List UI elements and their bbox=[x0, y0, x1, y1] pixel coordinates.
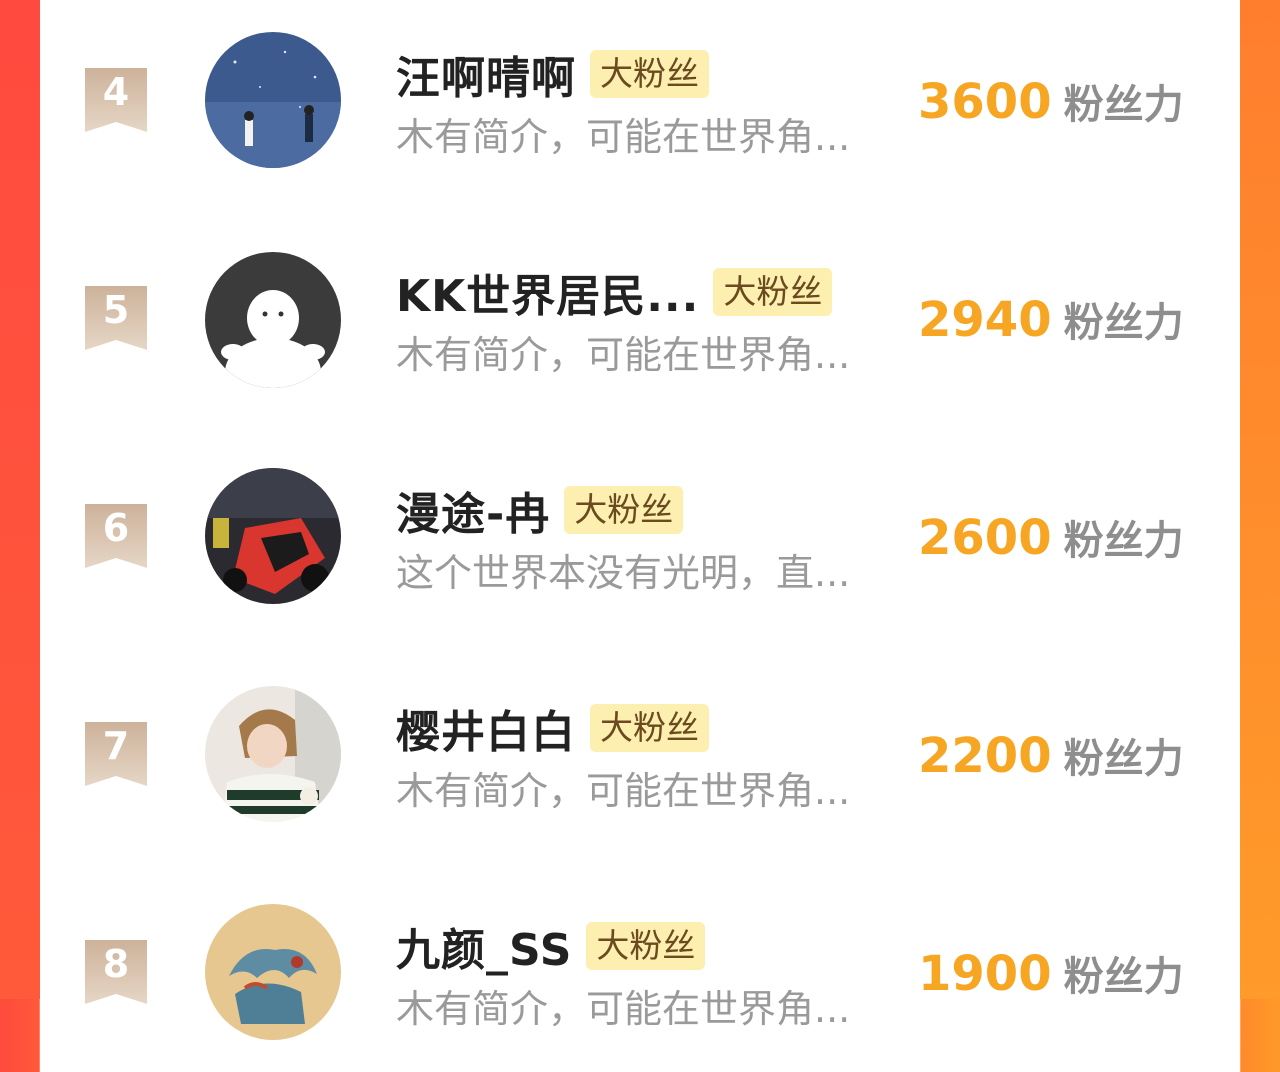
fan-level-badge: 大粉丝 bbox=[590, 50, 709, 98]
fan-power-unit: 粉丝力 bbox=[1063, 736, 1184, 782]
left-accent-band bbox=[0, 0, 40, 999]
list-item[interactable]: 6 漫途-冉 大粉丝 这个世界本没有光明，直... 2600 粉丝力 bbox=[40, 436, 1240, 636]
fan-power-unit: 粉丝力 bbox=[1063, 300, 1184, 346]
list-item[interactable]: 7 樱井白白 大粉丝 木有简介，可能在世界角... 2200 粉丝力 bbox=[40, 654, 1240, 854]
name-line: 樱井白白 大粉丝 bbox=[396, 700, 709, 758]
fan-power-value: 2600 bbox=[918, 510, 1052, 566]
rank-number: 4 bbox=[102, 70, 130, 114]
fan-level-badge: 大粉丝 bbox=[713, 268, 833, 316]
user-bio: 木有简介，可能在世界角... bbox=[396, 769, 851, 813]
fan-level-badge: 大粉丝 bbox=[564, 486, 684, 534]
avatar[interactable] bbox=[205, 468, 341, 604]
fan-level-badge: 大粉丝 bbox=[590, 704, 709, 752]
username[interactable]: 九颜_SS bbox=[396, 914, 572, 978]
rank-number: 8 bbox=[102, 942, 130, 986]
avatar[interactable] bbox=[205, 904, 341, 1040]
user-bio: 这个世界本没有光明，直... bbox=[396, 551, 851, 595]
rank-number: 6 bbox=[102, 506, 130, 550]
username[interactable]: 漫途-冉 bbox=[396, 478, 550, 542]
user-bio: 木有简介，可能在世界角... bbox=[396, 987, 851, 1031]
fan-power: 3600 粉丝力 bbox=[918, 72, 1184, 130]
fan-power-unit: 粉丝力 bbox=[1063, 518, 1184, 564]
username[interactable]: 汪啊晴啊 bbox=[396, 42, 576, 106]
fan-power: 2940 粉丝力 bbox=[918, 290, 1184, 348]
fan-power: 2600 粉丝力 bbox=[918, 508, 1184, 566]
rank-ribbon-badge: 7 bbox=[85, 722, 147, 788]
user-bio: 木有简介，可能在世界角... bbox=[396, 115, 851, 159]
username[interactable]: 樱井白白 bbox=[396, 696, 576, 760]
fan-power-value: 1900 bbox=[918, 946, 1052, 1002]
rank-ribbon-badge: 4 bbox=[85, 68, 147, 134]
rank-number: 5 bbox=[102, 288, 130, 332]
list-item[interactable]: 8 九颜_SS 大粉丝 木有简介，可能在世界角... 1900 粉丝力 bbox=[40, 872, 1240, 1072]
fan-power-unit: 粉丝力 bbox=[1063, 82, 1184, 128]
name-line: 漫途-冉 大粉丝 bbox=[396, 482, 684, 540]
rank-number: 7 bbox=[102, 724, 130, 768]
fan-power-unit: 粉丝力 bbox=[1063, 954, 1184, 1000]
fan-power-value: 3600 bbox=[918, 74, 1052, 130]
user-bio: 木有简介，可能在世界角... bbox=[396, 333, 851, 377]
list-item[interactable]: 5 KK世界居民... 大粉丝 木有简介，可能在世界角... 2940 粉丝力 bbox=[40, 218, 1240, 418]
name-line: 九颜_SS 大粉丝 bbox=[396, 918, 706, 976]
rank-ribbon-badge: 5 bbox=[85, 286, 147, 352]
username[interactable]: KK世界居民... bbox=[396, 260, 699, 324]
rank-ribbon-badge: 6 bbox=[85, 504, 147, 570]
fan-ranking-list: 4 汪啊晴啊 大粉丝 木有简介，可能在世界角... 3600 粉丝力 5 KK世… bbox=[40, 0, 1240, 1040]
fan-power-value: 2200 bbox=[918, 728, 1052, 784]
fan-level-badge: 大粉丝 bbox=[586, 922, 706, 970]
avatar[interactable] bbox=[205, 32, 341, 168]
avatar[interactable] bbox=[205, 686, 341, 822]
fan-power: 1900 粉丝力 bbox=[918, 944, 1184, 1002]
right-accent-band bbox=[1240, 0, 1280, 999]
fan-power: 2200 粉丝力 bbox=[918, 726, 1184, 784]
avatar[interactable] bbox=[205, 252, 341, 388]
name-line: 汪啊晴啊 大粉丝 bbox=[396, 46, 709, 104]
list-item[interactable]: 4 汪啊晴啊 大粉丝 木有简介，可能在世界角... 3600 粉丝力 bbox=[40, 0, 1240, 200]
name-line: KK世界居民... 大粉丝 bbox=[396, 264, 833, 322]
rank-ribbon-badge: 8 bbox=[85, 940, 147, 1006]
fan-power-value: 2940 bbox=[918, 292, 1052, 348]
